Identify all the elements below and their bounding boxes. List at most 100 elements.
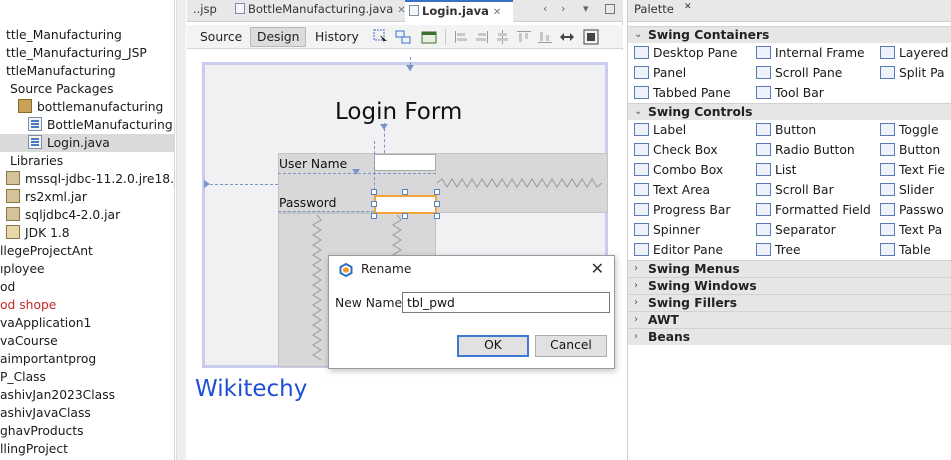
palette-category-collapsed[interactable]: › Swing Menus	[628, 260, 951, 277]
align-left-icon[interactable]	[453, 29, 469, 45]
resize-handle[interactable]	[402, 213, 408, 219]
palette-category-collapsed[interactable]: › Swing Windows	[628, 277, 951, 294]
tab-login[interactable]: Login.java ✕	[405, 0, 513, 22]
selection-mode-icon[interactable]	[373, 29, 389, 45]
cancel-button[interactable]: Cancel	[535, 335, 607, 357]
close-icon[interactable]: ✕	[684, 2, 692, 12]
tree-item[interactable]: rs2xml.jar	[0, 188, 174, 206]
palette-item[interactable]: Scroll Bar	[756, 180, 834, 200]
tree-item[interactable]: Login.java	[0, 134, 174, 152]
palette-item[interactable]: Layered	[880, 43, 948, 63]
align-top-icon[interactable]	[516, 29, 532, 45]
change-horizontal-resizability-icon[interactable]	[559, 29, 575, 45]
resize-handle[interactable]	[434, 189, 440, 195]
change-vertical-resizability-icon[interactable]	[583, 29, 599, 45]
tree-item[interactable]: llingProject	[0, 440, 174, 458]
new-name-input[interactable]	[402, 292, 610, 313]
tree-item[interactable]: mssql-jdbc-11.2.0.jre18.jar	[0, 170, 174, 188]
align-center-icon[interactable]	[495, 29, 511, 45]
palette-item[interactable]: List	[756, 160, 797, 180]
palette-item[interactable]: Editor Pane	[634, 240, 723, 260]
ok-button[interactable]: OK	[457, 335, 529, 357]
palette-category-swing-controls[interactable]: ⌄ Swing Controls	[628, 103, 951, 120]
tree-item[interactable]: od shope	[0, 296, 174, 314]
palette-item[interactable]: Spinner	[634, 220, 700, 240]
resize-handle[interactable]	[434, 213, 440, 219]
palette-item[interactable]: Panel	[634, 63, 686, 83]
preview-design-icon[interactable]	[421, 29, 437, 45]
tree-item[interactable]: Libraries	[0, 152, 174, 170]
tree-item[interactable]: vaApplication1	[0, 314, 174, 332]
palette-item[interactable]: Label	[634, 120, 686, 140]
palette-item[interactable]: Check Box	[634, 140, 718, 160]
tree-item[interactable]: BottleManufacturing.jav	[0, 116, 174, 134]
tree-item[interactable]: ttle_Manufacturing_JSP	[0, 44, 174, 62]
tree-item[interactable]: ashivJan2023Class	[0, 386, 174, 404]
palette-item[interactable]: Button	[880, 140, 940, 160]
palette-tab[interactable]: Palette ✕	[628, 0, 951, 22]
palette-item[interactable]: Scroll Pane	[756, 63, 842, 83]
palette-item[interactable]: Slider	[880, 180, 934, 200]
palette-item[interactable]: Tabbed Pane	[634, 83, 731, 103]
user-name-field[interactable]	[374, 154, 436, 171]
palette-category-collapsed[interactable]: › Beans	[628, 328, 951, 345]
chevron-down-icon[interactable]: ▾	[583, 2, 589, 15]
palette-item[interactable]: Tool Bar	[756, 83, 824, 103]
palette-item[interactable]: Progress Bar	[634, 200, 730, 220]
tree-item[interactable]: ıployee	[0, 260, 174, 278]
tree-item[interactable]: od	[0, 278, 174, 296]
tree-item[interactable]: ttleManufacturing	[0, 62, 174, 80]
resize-handle[interactable]	[402, 189, 408, 195]
chevron-left-icon[interactable]: ‹	[543, 2, 547, 15]
palette-item[interactable]: Radio Button	[756, 140, 855, 160]
palette-item[interactable]: Button	[756, 120, 816, 140]
form-title-label[interactable]: Login Form	[335, 99, 462, 125]
user-name-label[interactable]: User Name	[279, 157, 347, 171]
tree-item[interactable]: Source Packages	[0, 80, 174, 98]
history-view-button[interactable]: History	[309, 27, 365, 47]
tree-item[interactable]: P_Class	[0, 368, 174, 386]
tree-item[interactable]: llegeProjectAnt	[0, 242, 174, 260]
tab-jsp[interactable]: ..jsp	[189, 0, 221, 22]
password-field[interactable]	[374, 195, 437, 214]
connection-mode-icon[interactable]	[395, 29, 411, 45]
palette-item[interactable]: Passwo	[880, 200, 944, 220]
align-right-icon[interactable]	[474, 29, 490, 45]
tree-item[interactable]: ttle_Manufacturing	[0, 26, 174, 44]
palette-category-swing-containers[interactable]: ⌄ Swing Containers	[628, 26, 951, 43]
design-view-button[interactable]: Design	[250, 27, 307, 47]
align-bottom-icon[interactable]	[537, 29, 553, 45]
palette-item[interactable]: Desktop Pane	[634, 43, 737, 63]
palette-item[interactable]: Text Fie	[880, 160, 945, 180]
palette-category-collapsed[interactable]: › Swing Fillers	[628, 294, 951, 311]
resize-handle[interactable]	[371, 201, 377, 207]
maximize-icon[interactable]	[605, 4, 615, 14]
palette-item[interactable]: Text Pa	[880, 220, 942, 240]
close-icon[interactable]: ✕	[591, 259, 604, 278]
password-label[interactable]: Password	[279, 196, 336, 210]
palette-item[interactable]: Text Area	[634, 180, 710, 200]
palette-item[interactable]: Table	[880, 240, 931, 260]
tree-item[interactable]: vaCourse	[0, 332, 174, 350]
palette-category-collapsed[interactable]: › AWT	[628, 311, 951, 328]
palette-item[interactable]: Combo Box	[634, 160, 723, 180]
palette-item[interactable]: Tree	[756, 240, 801, 260]
close-icon[interactable]: ✕	[493, 7, 501, 18]
palette-item[interactable]: Internal Frame	[756, 43, 865, 63]
palette-item[interactable]: Formatted Field	[756, 200, 871, 220]
projects-scrollbar[interactable]	[176, 0, 186, 460]
palette-item[interactable]: Separator	[756, 220, 836, 240]
tree-item[interactable]: bottlemanufacturing	[0, 98, 174, 116]
source-view-button[interactable]: Source	[194, 27, 248, 47]
tree-item[interactable]: ghavProducts	[0, 422, 174, 440]
palette-item[interactable]: Toggle	[880, 120, 939, 140]
resize-handle[interactable]	[371, 213, 377, 219]
tree-item[interactable]: ashivJavaClass	[0, 404, 174, 422]
tab-bottlemanufacturing[interactable]: BottleManufacturing.java ✕	[231, 0, 410, 22]
palette-item[interactable]: Split Pa	[880, 63, 945, 83]
resize-handle[interactable]	[434, 201, 440, 207]
tree-item[interactable]: JDK 1.8	[0, 224, 174, 242]
chevron-right-icon[interactable]: ›	[561, 2, 565, 15]
tree-item[interactable]: sqljdbc4-2.0.jar	[0, 206, 174, 224]
resize-handle[interactable]	[371, 189, 377, 195]
